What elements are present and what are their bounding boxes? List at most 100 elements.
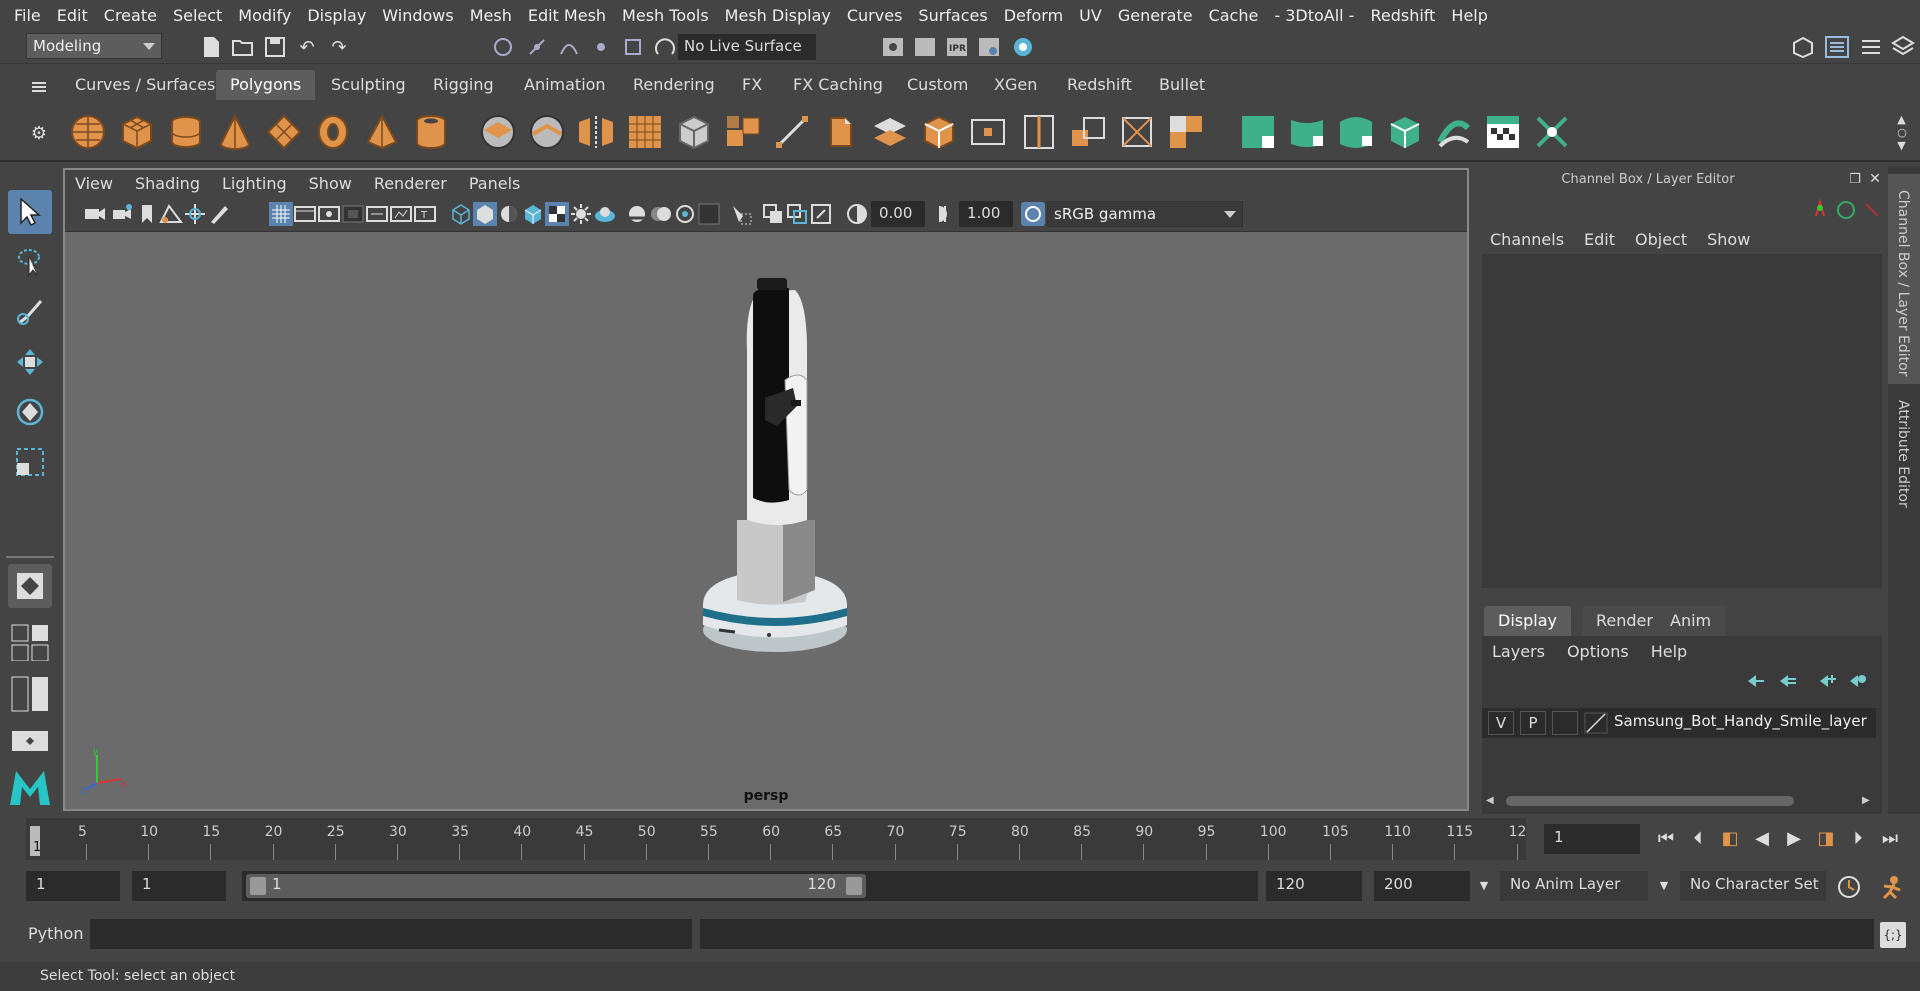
save-scene-icon[interactable] (262, 34, 288, 60)
field-chart-icon[interactable] (365, 202, 389, 226)
insert-edge-loop-icon[interactable] (968, 112, 1008, 152)
mirror-icon[interactable] (576, 112, 616, 152)
select-by-hierarchy-icon[interactable] (490, 34, 516, 60)
gamma-icon[interactable] (933, 202, 957, 226)
shelf-tab-custom[interactable]: Custom (893, 70, 982, 100)
character-set-dropdown-arrow-icon[interactable]: ▼ (1656, 874, 1672, 896)
automatic-mapping-icon[interactable] (1385, 112, 1425, 152)
menu-mesh-tools[interactable]: Mesh Tools (614, 6, 717, 25)
layer-row[interactable]: V P Samsung_Bot_Handy_Smile_layer (1482, 708, 1876, 738)
hypershade-icon[interactable] (1010, 34, 1036, 60)
poly-cylinder-icon[interactable] (166, 112, 206, 152)
isolate-select-icon[interactable] (697, 202, 721, 226)
animation-start-field[interactable]: 1 (26, 871, 120, 901)
menu-modify[interactable]: Modify (230, 6, 299, 25)
merge-icon[interactable] (1166, 112, 1206, 152)
menu-select[interactable]: Select (165, 6, 230, 25)
shelf-tab-animation[interactable]: Animation (510, 70, 620, 100)
shelf-tab-polygons[interactable]: Polygons (216, 70, 316, 100)
poly-prism-icon[interactable] (362, 112, 402, 152)
menu-display[interactable]: Display (299, 6, 374, 25)
scroll-right-icon[interactable]: ▶ (1862, 795, 1870, 806)
append-polygon-icon[interactable] (919, 112, 959, 152)
viewport-menu-lighting[interactable]: Lighting (222, 174, 287, 193)
go-to-end-icon[interactable]: ⏭ (1876, 824, 1904, 852)
make-live-icon[interactable] (652, 34, 678, 60)
playback-start-field[interactable]: 1 (132, 871, 226, 901)
step-back-key-icon[interactable]: ◧ (1716, 824, 1744, 852)
smooth-shade-icon[interactable] (473, 202, 497, 226)
graph-layout-icon[interactable] (8, 726, 52, 756)
playback-end-field[interactable]: 120 (1266, 871, 1362, 901)
shelf-scroll-arrows-icon[interactable]: ▲ ○ ▼ (1894, 108, 1910, 156)
side-tab-attribute-editor[interactable]: Attribute Editor (1888, 392, 1920, 512)
shelf-tab-rigging[interactable]: Rigging (419, 70, 508, 100)
auto-key-icon[interactable] (1876, 872, 1906, 902)
layer-color-swatch-icon[interactable] (1584, 712, 1608, 734)
rotate-tool-icon[interactable] (8, 390, 52, 434)
move-tool-icon[interactable] (8, 340, 52, 384)
layer-tab-render[interactable]: Render (1582, 606, 1667, 636)
snap-point-icon[interactable] (588, 34, 614, 60)
range-end-grip[interactable] (846, 877, 862, 895)
grease-pencil-icon[interactable] (207, 202, 231, 226)
render-settings-icon[interactable] (976, 34, 1002, 60)
uv-editor-icon[interactable] (1238, 112, 1278, 152)
two-d-pan-zoom-icon[interactable] (183, 202, 207, 226)
uv-layout-icon[interactable] (1532, 112, 1572, 152)
single-perspective-layout-icon[interactable] (8, 564, 52, 608)
unfold-uv-icon[interactable] (1434, 112, 1474, 152)
select-tool-icon[interactable] (8, 190, 52, 234)
menu-edit-mesh[interactable]: Edit Mesh (520, 6, 614, 25)
current-frame-field[interactable]: 1 (1544, 824, 1640, 854)
offset-edge-loop-icon[interactable] (1019, 112, 1059, 152)
xray-icon[interactable] (729, 202, 753, 226)
planar-mapping-icon[interactable] (1287, 112, 1327, 152)
menu-create[interactable]: Create (96, 6, 165, 25)
screen-space-ao-icon[interactable] (593, 202, 617, 226)
color-management-toggle-icon[interactable] (1021, 202, 1045, 226)
textured-icon[interactable] (521, 202, 545, 226)
menu-help[interactable]: Help (1443, 6, 1495, 25)
new-layer-icon[interactable] (1818, 672, 1838, 690)
channel-list-area[interactable] (1482, 254, 1882, 588)
camera-attributes-icon[interactable] (111, 202, 135, 226)
bookmark-icon[interactable] (135, 202, 159, 226)
script-editor-icon[interactable]: {;} (1880, 922, 1906, 948)
image-plane-icon[interactable] (159, 202, 183, 226)
close-panel-icon[interactable]: ✕ (1866, 170, 1884, 188)
viewport-menu-shading[interactable]: Shading (135, 174, 200, 193)
undo-icon[interactable]: ↶ (294, 34, 320, 60)
extrude-icon[interactable] (723, 112, 763, 152)
shelf-menu-icon[interactable] (28, 76, 50, 98)
four-view-layout-icon[interactable] (8, 622, 52, 662)
layer-tab-display[interactable]: Display (1484, 606, 1571, 636)
step-forward-frame-icon[interactable]: ⏵ (1844, 824, 1872, 852)
safe-title-icon[interactable]: T (413, 202, 437, 226)
channel-box-menu-edit[interactable]: Edit (1584, 230, 1615, 249)
menu-mesh-display[interactable]: Mesh Display (717, 6, 839, 25)
connect-tool-icon[interactable] (1117, 112, 1157, 152)
poly-cube-icon[interactable] (117, 112, 157, 152)
step-back-frame-icon[interactable]: ⏴ (1684, 824, 1712, 852)
menu-mesh[interactable]: Mesh (462, 6, 520, 25)
layer-menu-layers[interactable]: Layers (1492, 642, 1545, 661)
combine-icon[interactable] (478, 112, 518, 152)
shelf-tab-xgen[interactable]: XGen (980, 70, 1051, 100)
multisample-aa-icon[interactable] (649, 202, 673, 226)
tool-settings-icon[interactable] (1856, 32, 1886, 62)
xray-joints-icon[interactable] (761, 202, 785, 226)
separate-icon[interactable] (527, 112, 567, 152)
ipr-render-icon[interactable]: IPR (944, 34, 970, 60)
view-transform-dropdown[interactable]: sRGB gamma (1047, 201, 1243, 227)
viewport-menu-panels[interactable]: Panels (469, 174, 521, 193)
shelf-tab-fx[interactable]: FX (728, 70, 776, 100)
viewport-menu-renderer[interactable]: Renderer (374, 174, 447, 193)
layer-name[interactable]: Samsung_Bot_Handy_Smile_layer (1614, 712, 1867, 730)
gamma-field[interactable]: 1.00 (959, 201, 1013, 227)
shelf-settings-gear-icon[interactable]: ⚙ (28, 122, 50, 144)
layer-visibility-toggle[interactable]: V (1488, 711, 1514, 735)
range-slider-track[interactable]: 1 120 (242, 871, 1258, 901)
cylindrical-mapping-icon[interactable] (1336, 112, 1376, 152)
resolution-gate-icon[interactable] (317, 202, 341, 226)
